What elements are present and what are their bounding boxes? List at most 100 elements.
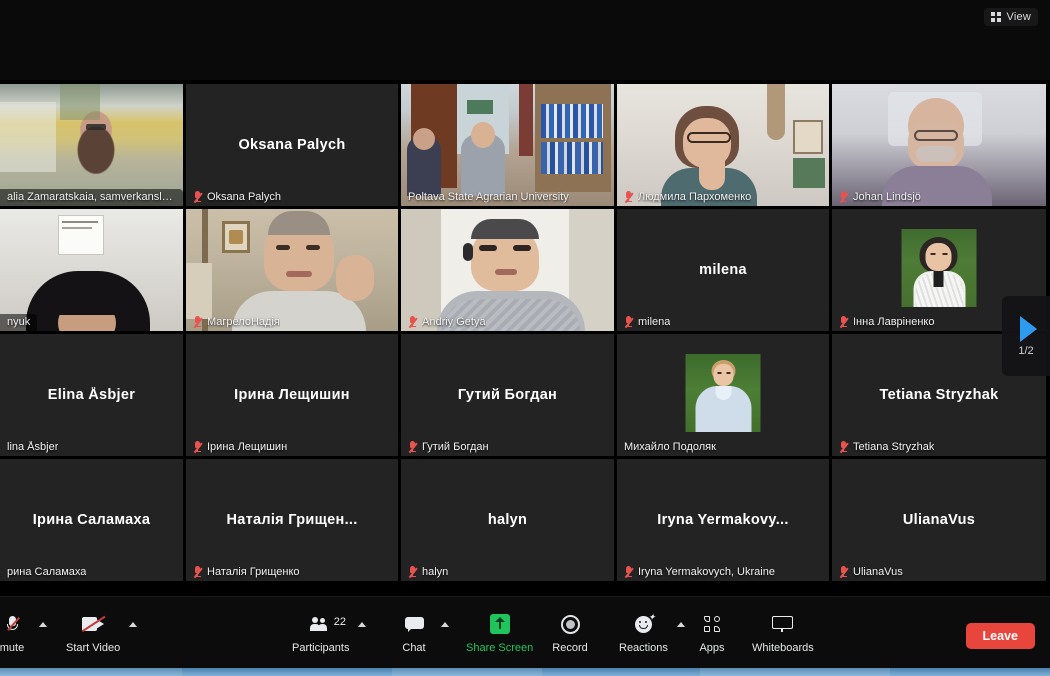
- participant-name: МагрелоНадія: [207, 316, 280, 328]
- mic-muted-icon: [624, 316, 634, 328]
- participant-tile[interactable]: Johan Lindsjö: [832, 84, 1046, 206]
- participant-name-bar: Poltava State Agrarian University: [401, 189, 576, 206]
- chat-icon: [404, 611, 424, 637]
- participant-display-name: halyn: [487, 512, 528, 528]
- video-options-chevron-icon[interactable]: [129, 622, 138, 627]
- view-button-label: View: [1006, 11, 1031, 23]
- participant-name-bar: lina Åsbjer: [0, 439, 65, 456]
- apps-button[interactable]: Apps: [690, 611, 734, 654]
- participant-tile[interactable]: halyn halyn: [401, 459, 614, 581]
- participant-tile[interactable]: milena milena: [617, 209, 829, 331]
- participant-name: milena: [638, 316, 671, 328]
- mic-muted-icon: [408, 566, 418, 578]
- taskbar-segment: [392, 668, 542, 676]
- participant-name: Johan Lindsjö: [853, 191, 921, 203]
- participant-display-name: Наталія Грищен...: [226, 512, 358, 528]
- participant-name: alia Zamaratskaia, samverkanslekt...: [7, 191, 176, 203]
- participant-tile[interactable]: Людмила Пархоменко: [617, 84, 829, 206]
- participant-name-bar: Інна Лавріненко: [832, 314, 941, 331]
- next-page-button[interactable]: 1/2: [1002, 296, 1050, 376]
- participant-gallery: alia Zamaratskaia, samverkanslekt... Oks…: [0, 84, 1050, 588]
- mute-button[interactable]: mute: [0, 611, 34, 654]
- participant-display-name: Гутий Богдан: [457, 387, 558, 403]
- participant-name-bar: Наталія Грищенко: [186, 564, 307, 581]
- participants-button[interactable]: 22 Participants: [288, 611, 353, 654]
- record-button[interactable]: Record: [548, 611, 592, 654]
- mic-muted-icon: [839, 316, 849, 328]
- participant-tile[interactable]: Михайло Подоляк: [617, 334, 829, 456]
- mic-muted-icon: [193, 316, 203, 328]
- participant-display-name: Oksana Palych: [238, 137, 346, 153]
- reactions-icon: ✦: [634, 611, 656, 637]
- participant-name: Andriy Getya: [422, 316, 486, 328]
- leave-button[interactable]: Leave: [965, 623, 1035, 649]
- reactions-options-chevron-icon[interactable]: [676, 622, 685, 627]
- participant-name: nyuk: [7, 316, 31, 328]
- participant-display-name: Ірина Лещишин: [234, 387, 350, 403]
- mic-muted-icon: [408, 316, 418, 328]
- mic-muted-icon: [839, 566, 849, 578]
- participant-name-bar: рина Саламаха: [0, 564, 93, 581]
- participant-tile[interactable]: Наталія Грищен... Наталія Грищенко: [186, 459, 398, 581]
- participant-display-name: UlianaVus: [902, 512, 976, 528]
- mic-muted-icon: [193, 441, 203, 453]
- chat-options-chevron-icon[interactable]: [441, 622, 449, 627]
- video-feed: [401, 84, 614, 206]
- participant-tile[interactable]: МагрелоНадія: [186, 209, 398, 331]
- whiteboards-button-label: Whiteboards: [752, 642, 814, 654]
- participant-tile[interactable]: Ірина Саламаха рина Саламаха: [0, 459, 183, 581]
- participants-button-label: Participants: [292, 642, 350, 654]
- participant-name-bar: Oksana Palych: [186, 189, 288, 206]
- record-button-label: Record: [552, 642, 588, 654]
- reactions-button[interactable]: ✦ Reactions: [615, 611, 672, 654]
- participant-tile[interactable]: Elina Åsbjer lina Åsbjer: [0, 334, 183, 456]
- share-screen-button-label: Share Screen: [466, 642, 534, 654]
- participant-name: lina Åsbjer: [7, 441, 59, 453]
- participant-tile-active-speaker[interactable]: Poltava State Agrarian University: [401, 84, 614, 206]
- record-icon: [560, 611, 580, 637]
- participant-display-name: Ірина Саламаха: [32, 512, 151, 528]
- participant-name: halyn: [422, 566, 449, 578]
- participant-name: Oksana Palych: [207, 191, 281, 203]
- participant-name-bar: Johan Lindsjö: [832, 189, 928, 206]
- audio-options-chevron-icon[interactable]: [39, 622, 47, 627]
- participant-name-bar: milena: [617, 314, 677, 331]
- avatar: [685, 353, 761, 432]
- participant-tile[interactable]: Andriy Getya: [401, 209, 614, 331]
- share-screen-icon: [489, 611, 510, 637]
- participant-display-name: Elina Åsbjer: [47, 387, 136, 403]
- participant-name: Наталія Грищенко: [207, 566, 300, 578]
- participant-tile[interactable]: alia Zamaratskaia, samverkanslekt...: [0, 84, 183, 206]
- participants-icon: 22: [309, 611, 346, 637]
- participant-tile[interactable]: Iryna Yermakovy... Iryna Yermakovych, Uk…: [617, 459, 829, 581]
- participants-options-chevron-icon[interactable]: [358, 622, 367, 627]
- mic-muted-icon: [839, 191, 849, 203]
- participant-name: Tetiana Stryzhak: [853, 441, 935, 453]
- view-button[interactable]: View: [983, 8, 1038, 26]
- participant-name-bar: Tetiana Stryzhak: [832, 439, 941, 456]
- participant-tile[interactable]: UlianaVus UlianaVus: [832, 459, 1046, 581]
- participant-name-bar: Михайло Подоляк: [617, 439, 723, 456]
- participant-tile[interactable]: Ірина Лещишин Ірина Лещишин: [186, 334, 398, 456]
- start-video-button-label: Start Video: [66, 642, 121, 654]
- start-video-button[interactable]: Start Video: [62, 611, 124, 654]
- os-taskbar: [0, 668, 1050, 676]
- chat-button[interactable]: Chat: [392, 611, 436, 654]
- participant-name-bar: Iryna Yermakovych, Ukraine: [617, 564, 782, 581]
- meeting-toolbar: mute Start Video 22 Participants Chat Sh…: [0, 596, 1050, 668]
- share-screen-button[interactable]: Share Screen: [462, 611, 537, 654]
- participant-display-name: Iryna Yermakovy...: [657, 512, 789, 528]
- apps-icon: [703, 611, 721, 637]
- mic-muted-icon: [193, 566, 203, 578]
- participant-name-bar: halyn: [401, 564, 455, 581]
- participant-name: Інна Лавріненко: [853, 316, 935, 328]
- taskbar-segment: [0, 668, 182, 676]
- participant-tile[interactable]: Oksana Palych Oksana Palych: [186, 84, 398, 206]
- page-counter: 1/2: [1018, 344, 1034, 357]
- participant-tile[interactable]: nyuk: [0, 209, 183, 331]
- whiteboards-button[interactable]: Whiteboards: [748, 611, 818, 654]
- mic-muted-icon: [408, 441, 418, 453]
- participant-name-bar: nyuk: [0, 314, 38, 331]
- participant-tile[interactable]: Гутий Богдан Гутий Богдан: [401, 334, 614, 456]
- mic-muted-icon: [6, 611, 20, 637]
